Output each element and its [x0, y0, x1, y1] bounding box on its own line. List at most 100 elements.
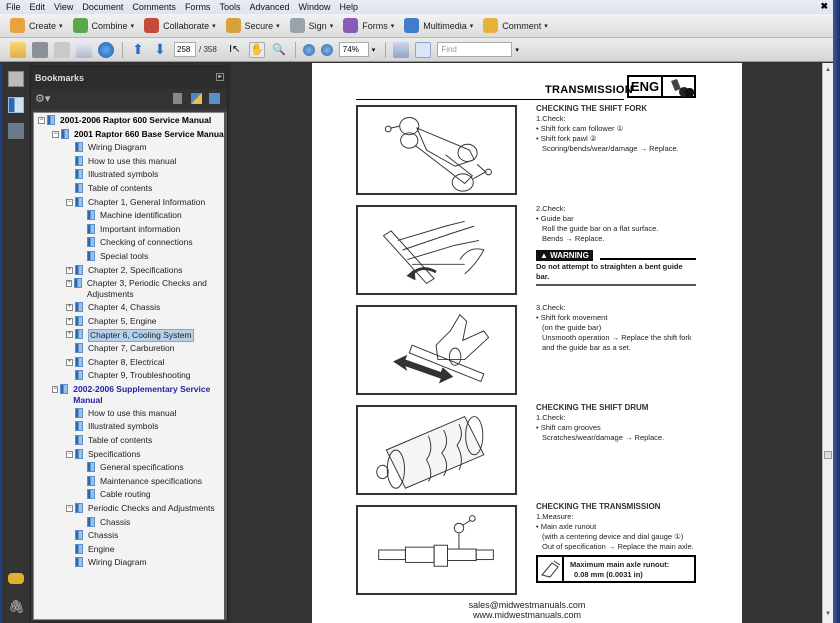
combine-button[interactable]: Combine ▾: [72, 18, 134, 33]
expand-icon[interactable]: +: [66, 358, 73, 366]
zoom-dropdown-icon[interactable]: ▾: [372, 46, 376, 54]
bookmark-item[interactable]: How to use this manual: [75, 407, 176, 419]
marquee-zoom-icon[interactable]: 🔍: [271, 42, 287, 58]
bookmark-item[interactable]: Special tools: [87, 251, 148, 262]
expand-icon[interactable]: +: [66, 280, 72, 288]
bookmark-item[interactable]: Wiring Diagram: [75, 557, 147, 568]
bookmark-item[interactable]: + Chapter 2, Specifications: [66, 264, 183, 276]
bookmark-item[interactable]: + Chapter 3, Periodic Checks and Adjustme…: [66, 278, 218, 300]
email-icon[interactable]: [76, 41, 92, 58]
find-input[interactable]: Find: [437, 42, 513, 57]
bookmark-item[interactable]: Wiring Diagram: [75, 142, 147, 153]
page-number-input[interactable]: 258: [174, 42, 196, 57]
zoom-out-icon[interactable]: [302, 43, 315, 56]
secure-button[interactable]: Secure ▾: [225, 18, 280, 33]
signatures-icon[interactable]: [8, 123, 24, 139]
menu-document[interactable]: Document: [82, 2, 123, 12]
delete-bookmark-icon[interactable]: [173, 93, 182, 104]
bookmark-item[interactable]: − 2002-2006 Supplementary Service Manual: [52, 383, 218, 406]
collapse-icon[interactable]: −: [66, 198, 73, 206]
bookmark-item[interactable]: Table of contents: [75, 435, 152, 446]
result-text: Roll the guide bar on a flat surface.: [542, 224, 659, 233]
bookmark-item[interactable]: Machine identification: [87, 210, 182, 221]
full-screen-icon[interactable]: [415, 41, 432, 58]
collapse-icon[interactable]: −: [52, 130, 59, 138]
new-bookmark-icon[interactable]: [191, 93, 202, 104]
bookmark-item[interactable]: General specifications: [87, 462, 184, 473]
bookmark-item[interactable]: − Chapter 1, General Information: [66, 196, 205, 208]
bookmark-item[interactable]: − Specifications: [66, 448, 140, 460]
menu-tools[interactable]: Tools: [219, 2, 240, 12]
bookmark-item[interactable]: Illustrated symbols: [75, 421, 158, 432]
pages-icon[interactable]: [8, 71, 24, 87]
menu-edit[interactable]: Edit: [30, 2, 46, 12]
footer-email[interactable]: sales@midwestmanuals.com: [312, 600, 742, 610]
bookmark-item[interactable]: − 2001-2006 Raptor 600 Service Manual: [38, 115, 211, 126]
menu-view[interactable]: View: [54, 2, 73, 12]
collapse-icon[interactable]: −: [52, 385, 59, 393]
attachments-icon[interactable]: 🖇: [8, 599, 25, 615]
collaborate-button[interactable]: Collaborate ▾: [144, 18, 216, 33]
find-dropdown-icon[interactable]: ▾: [515, 46, 519, 54]
forms-button[interactable]: Forms ▾: [343, 18, 394, 33]
gear-options-icon[interactable]: ⚙▾: [35, 92, 50, 105]
fit-page-icon[interactable]: [393, 41, 410, 58]
panel-options-icon[interactable]: ▸: [216, 73, 224, 81]
expand-bookmark-icon[interactable]: [209, 93, 220, 104]
collapse-icon[interactable]: −: [38, 117, 45, 124]
expand-icon[interactable]: +: [66, 266, 73, 274]
menu-comments[interactable]: Comments: [132, 2, 176, 12]
next-page-icon[interactable]: ⬇: [152, 41, 168, 58]
bookmark-tree-scrollbar[interactable]: [224, 112, 227, 620]
document-scrollbar[interactable]: ▲ ▼: [822, 63, 833, 623]
scroll-thumb[interactable]: [824, 451, 832, 459]
bookmark-item[interactable]: Important information: [87, 223, 180, 235]
bookmark-item[interactable]: − Periodic Checks and Adjustments: [66, 503, 215, 514]
bookmark-item[interactable]: + Chapter 6, Cooling System: [66, 329, 194, 343]
bookmark-item[interactable]: Table of contents: [75, 183, 152, 194]
create-button[interactable]: Create ▾: [10, 18, 63, 33]
bookmark-item[interactable]: + Chapter 4, Chassis: [66, 302, 160, 313]
expand-icon[interactable]: +: [66, 317, 73, 325]
bookmark-item[interactable]: Maintenance specifications: [87, 475, 202, 487]
hand-tool-icon[interactable]: ✋: [248, 41, 265, 58]
bookmark-item[interactable]: Illustrated symbols: [75, 169, 158, 180]
bookmark-item[interactable]: Chassis: [75, 530, 118, 541]
bookmark-item[interactable]: − 2001 Raptor 660 Base Service Manual: [52, 128, 226, 140]
collapse-icon[interactable]: −: [66, 450, 73, 458]
menu-file[interactable]: File: [6, 2, 21, 12]
menu-advanced[interactable]: Advanced: [249, 2, 289, 12]
select-tool-icon[interactable]: I↖: [227, 42, 243, 58]
menu-help[interactable]: Help: [340, 2, 359, 12]
bookmark-item[interactable]: Checking of connections: [87, 237, 193, 248]
bookmarks-icon[interactable]: [8, 97, 24, 113]
multimedia-button[interactable]: Multimedia ▾: [404, 18, 473, 33]
zoom-level-input[interactable]: 74%: [338, 42, 369, 57]
comment-button[interactable]: Comment ▾: [483, 18, 548, 33]
bookmark-item[interactable]: Chapter 9, Troubleshooting: [75, 370, 191, 381]
bookmark-item[interactable]: Chapter 7, Carburetion: [75, 343, 174, 354]
bookmark-item[interactable]: How to use this manual: [75, 155, 176, 167]
scroll-down-icon[interactable]: ▼: [825, 611, 831, 617]
scroll-up-icon[interactable]: ▲: [825, 67, 831, 73]
bookmark-item[interactable]: + Chapter 8, Electrical: [66, 356, 165, 368]
open-folder-icon[interactable]: [10, 41, 26, 58]
footer-website[interactable]: www.midwestmanuals.com: [312, 610, 742, 620]
sign-button[interactable]: Sign ▾: [289, 18, 333, 33]
web-upload-icon[interactable]: [98, 41, 114, 58]
previous-page-icon[interactable]: ⬆: [130, 41, 146, 58]
bookmark-item[interactable]: Engine: [75, 543, 114, 555]
comments-icon[interactable]: [8, 573, 24, 584]
bookmark-item[interactable]: Chassis: [87, 516, 130, 528]
menu-window[interactable]: Window: [298, 2, 330, 12]
expand-icon[interactable]: +: [66, 331, 73, 339]
close-document-icon[interactable]: ✖: [820, 1, 828, 12]
bookmark-item[interactable]: + Chapter 5, Engine: [66, 315, 157, 327]
collapse-icon[interactable]: −: [66, 505, 73, 512]
zoom-in-icon[interactable]: [320, 43, 333, 56]
save-icon[interactable]: [54, 41, 70, 58]
menu-forms[interactable]: Forms: [185, 2, 211, 12]
print-icon[interactable]: [32, 41, 48, 58]
expand-icon[interactable]: +: [66, 304, 73, 312]
bookmark-item[interactable]: Cable routing: [87, 489, 151, 500]
